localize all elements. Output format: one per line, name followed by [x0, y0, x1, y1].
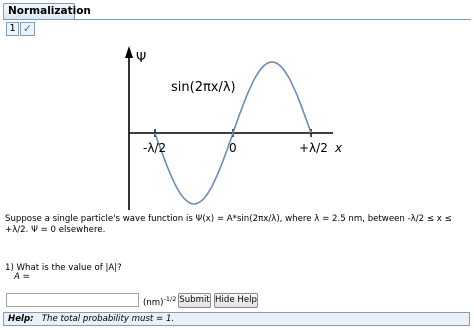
answer-units: (nm)-1/2 — [143, 295, 176, 308]
units-exponent: -1/2 — [163, 295, 177, 303]
wavefunction-figure: Ψ sin(2πx/λ) -λ/2 0 +λ/2 x — [125, 46, 343, 210]
help-label: Help: — [8, 314, 34, 324]
y-axis-arrow-icon — [125, 46, 133, 58]
answer-input[interactable] — [6, 293, 139, 307]
tick-zero-label: 0 — [229, 141, 237, 155]
tick-right-label: +λ/2 — [299, 141, 328, 155]
tick-left-label: -λ/2 — [143, 141, 166, 155]
help-box: Help: The total probability must = 1. — [3, 312, 470, 326]
y-axis-label: Ψ — [136, 51, 146, 66]
problem-statement: Suppose a single particle's wave functio… — [5, 214, 452, 235]
units-text: (nm) — [143, 298, 164, 308]
x-axis-label: x — [334, 141, 343, 155]
help-text: The total probability must = 1. — [41, 314, 175, 324]
hide-help-button[interactable]: Hide Help — [214, 293, 258, 308]
answer-variable-label: A = — [14, 272, 30, 282]
submit-button[interactable]: Submit — [178, 293, 211, 308]
function-label: sin(2πx/λ) — [171, 80, 236, 95]
